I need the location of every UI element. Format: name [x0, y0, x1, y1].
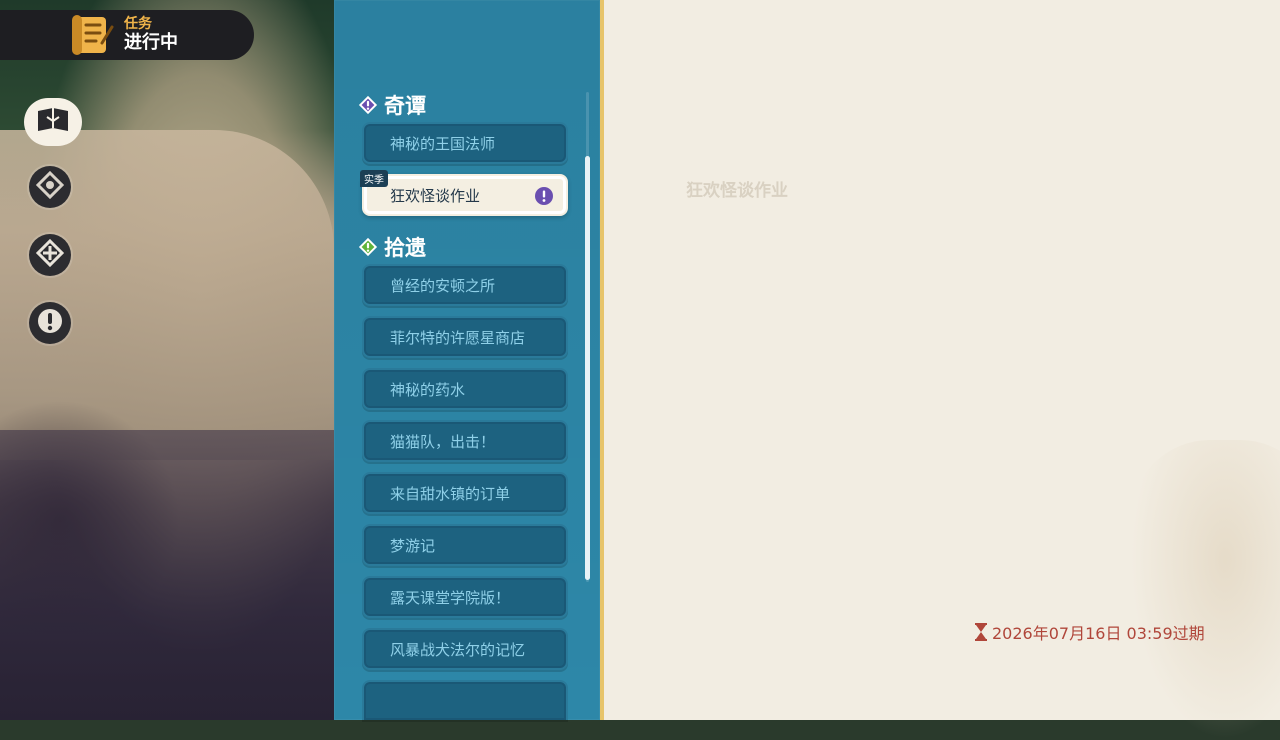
quest-status: 进行中	[124, 32, 178, 53]
ground-shadow	[0, 430, 334, 720]
rail-quest-book[interactable]	[24, 98, 82, 146]
section-shiyi: 拾遗	[358, 232, 426, 262]
quest-item[interactable]: 露天课堂学院版！	[362, 576, 568, 618]
section-qitan: 奇谭	[358, 90, 426, 120]
expiry-info: 2026年07月16日 03:59过期	[974, 620, 1205, 644]
quest-label: 狂欢怪谈作业	[390, 186, 481, 205]
quest-detail-panel: 狂欢怪谈作业 2026年07月16日 03:59过期	[604, 0, 1280, 740]
quest-item[interactable]: 梦游记	[362, 524, 568, 566]
quest-label: 来自甜水镇的订单	[390, 484, 511, 503]
quest-item[interactable]: 神秘的王国法师	[362, 122, 568, 164]
detail-title: 狂欢怪谈作业	[686, 181, 788, 201]
quest-item[interactable]: 菲尔特的许愿星商店	[362, 316, 568, 358]
rail-alert[interactable]	[29, 302, 71, 344]
quest-label: 神秘的药水	[390, 380, 466, 399]
scroll-icon	[70, 13, 116, 57]
alert-icon	[36, 307, 64, 339]
quest-item-partial[interactable]	[362, 680, 568, 720]
quest-label: 梦游记	[390, 536, 436, 555]
exclamation-badge-icon	[358, 237, 378, 257]
scrollbar-thumb[interactable]	[585, 156, 590, 580]
quest-label: 曾经的安顿之所	[390, 276, 496, 295]
quest-list-panel[interactable]: 奇谭 神秘的王国法师 实季 狂欢怪谈作业 拾遗 曾经的安顿之所 菲尔特的许愿星商…	[334, 0, 604, 720]
target-icon	[35, 238, 65, 271]
rail-compass[interactable]	[29, 166, 71, 208]
exclamation-badge-icon	[358, 95, 378, 115]
quest-book-icon	[35, 105, 71, 139]
quest-label: 露天课堂学院版！	[390, 588, 511, 607]
hourglass-icon	[974, 623, 988, 641]
rail-target[interactable]	[29, 234, 71, 276]
quest-item[interactable]: 神秘的药水	[362, 368, 568, 410]
quest-item[interactable]: 来自甜水镇的订单	[362, 472, 568, 514]
season-tag: 实季	[360, 170, 388, 187]
quest-category: 任务	[124, 16, 152, 32]
quest-item[interactable]: 风暴战犬法尔的记忆	[362, 628, 568, 670]
expiry-text: 2026年07月16日 03:59过期	[992, 624, 1205, 643]
quest-label: 猫猫队，出击！	[390, 432, 496, 451]
watermark-emblem	[1130, 440, 1280, 740]
quest-header: 任务 进行中	[0, 10, 254, 60]
quest-label: 风暴战犬法尔的记忆	[390, 640, 526, 659]
section-title: 奇谭	[384, 94, 426, 118]
quest-label: 神秘的王国法师	[390, 134, 496, 153]
purple-alert-icon	[534, 186, 554, 206]
quest-label: 菲尔特的许愿星商店	[390, 328, 526, 347]
quest-item[interactable]: 曾经的安顿之所	[362, 264, 568, 306]
section-title: 拾遗	[384, 236, 426, 260]
compass-icon	[35, 170, 65, 203]
quest-item[interactable]: 猫猫队，出击！	[362, 420, 568, 462]
quest-item-active[interactable]: 实季 狂欢怪谈作业	[360, 170, 568, 216]
